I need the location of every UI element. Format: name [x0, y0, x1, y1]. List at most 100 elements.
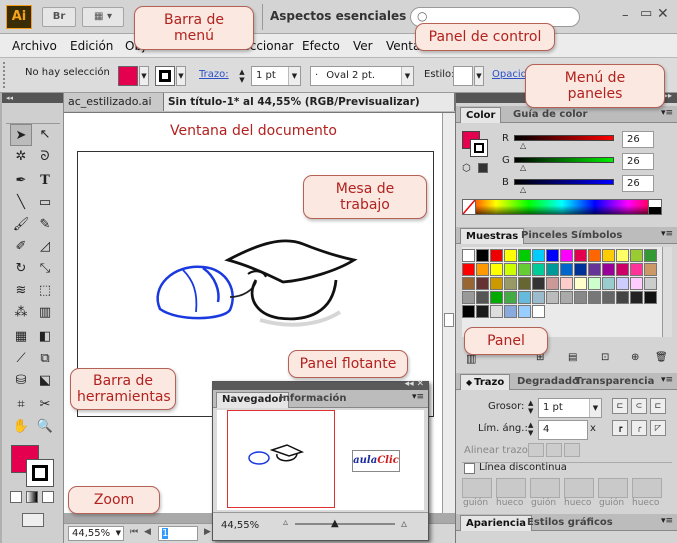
align-outside-icon[interactable]	[564, 443, 580, 457]
swatch-cell[interactable]	[630, 249, 643, 262]
round-join-icon[interactable]: ╭	[631, 420, 647, 436]
rotate-tool-icon[interactable]: ↻	[10, 258, 32, 280]
b-slider-thumb[interactable]: △	[520, 185, 526, 194]
lasso-tool-icon[interactable]: ᘐ	[34, 146, 56, 168]
stroke-dropdown[interactable]: ▼	[176, 66, 186, 86]
first-page-icon[interactable]: ⏮	[130, 527, 138, 537]
swatch-cell[interactable]	[602, 277, 615, 290]
swatch-cell[interactable]	[476, 277, 489, 290]
selection-tool-icon[interactable]: ➤	[10, 124, 32, 146]
panel-menu-icon[interactable]: ▾≡	[661, 516, 673, 526]
dash-field-1[interactable]	[462, 478, 492, 498]
swatch-cell[interactable]	[602, 263, 615, 276]
expand-icon[interactable]: ▸▸	[664, 91, 672, 100]
g-slider-thumb[interactable]: △	[520, 163, 526, 172]
none-mode-icon[interactable]	[42, 491, 54, 503]
zoom-slider-thumb[interactable]: ▲	[331, 518, 339, 529]
b-slider[interactable]	[514, 179, 614, 185]
swatch-cell[interactable]	[532, 277, 545, 290]
dashed-checkbox[interactable]	[464, 463, 475, 474]
align-inside-icon[interactable]	[546, 443, 562, 457]
magic-wand-tool-icon[interactable]: ✲	[10, 146, 32, 168]
swatch-cell[interactable]	[518, 291, 531, 304]
swatch-cell[interactable]	[588, 291, 601, 304]
swatch-cell[interactable]	[518, 305, 531, 318]
color-spectrum[interactable]	[462, 199, 662, 215]
swatch-cell[interactable]	[532, 305, 545, 318]
zoom-tool-icon[interactable]: 🔍	[34, 416, 56, 438]
swatch-cell[interactable]	[616, 277, 629, 290]
zoom-out-icon[interactable]: ▵	[283, 517, 288, 528]
tab-color[interactable]: Color	[460, 107, 502, 123]
swatch-cell[interactable]	[504, 263, 517, 276]
rectangle-tool-icon[interactable]: ▭	[34, 192, 56, 214]
swatch-cell[interactable]	[644, 263, 657, 276]
gap-field-1[interactable]	[496, 478, 526, 498]
tab-trazo[interactable]: ◆ Trazo	[460, 374, 511, 390]
swatch-cell[interactable]	[504, 291, 517, 304]
bridge-button[interactable]: Br	[42, 7, 76, 27]
color-mode-icon[interactable]	[10, 491, 22, 503]
navigator-preview[interactable]: aulaClic	[217, 410, 424, 510]
free-transform-tool-icon[interactable]: ⬚	[34, 280, 56, 302]
swatch-cell[interactable]	[616, 263, 629, 276]
swatch-cell[interactable]	[476, 305, 489, 318]
warp-tool-icon[interactable]: ≋	[10, 280, 32, 302]
swatch-cell[interactable]	[560, 277, 573, 290]
panel-titlebar[interactable]: ◂◂ ✕	[213, 379, 428, 390]
screen-mode-icon[interactable]	[22, 513, 44, 527]
swatch-cell[interactable]	[644, 277, 657, 290]
swatch-cell[interactable]	[560, 291, 573, 304]
swatch-cell[interactable]	[546, 249, 559, 262]
swatch-cell[interactable]	[462, 277, 475, 290]
swatch-cell[interactable]	[504, 277, 517, 290]
tab-guia-color[interactable]: Guía de color	[508, 107, 592, 123]
paintbrush-tool-icon[interactable]: 🖌	[10, 214, 32, 236]
type-tool-icon[interactable]: T	[34, 170, 56, 192]
r-value-field[interactable]: 26	[622, 131, 654, 148]
swatch-cell[interactable]	[574, 263, 587, 276]
weight-field[interactable]: 1 pt ▼	[538, 398, 602, 418]
menu-ver[interactable]: Ver	[353, 39, 373, 53]
fill-swatch[interactable]	[118, 66, 138, 86]
page-field[interactable]: 1	[158, 526, 198, 541]
align-center-icon[interactable]	[528, 443, 544, 457]
hand-tool-icon[interactable]: ✋	[10, 416, 32, 438]
live-paint-selection-tool-icon[interactable]: ⬕	[34, 370, 56, 392]
swatch-cell[interactable]	[490, 249, 503, 262]
zoom-slider[interactable]	[295, 523, 395, 525]
menu-archivo[interactable]: Archivo	[12, 39, 57, 53]
miter-field[interactable]: 4	[538, 420, 588, 440]
stroke-color-swatch[interactable]	[26, 459, 54, 487]
tab-transparencia[interactable]: Transparencia	[570, 374, 659, 390]
swatch-cell[interactable]	[616, 249, 629, 262]
scroll-thumb[interactable]	[444, 313, 454, 327]
none-swatch[interactable]	[462, 199, 476, 215]
dash-field-2[interactable]	[530, 478, 560, 498]
swatch-cell[interactable]	[588, 249, 601, 262]
slice-tool-icon[interactable]: ✂	[34, 394, 56, 416]
tab-estilos-graficos[interactable]: Estilos gráficos	[522, 515, 618, 531]
collapse-icon[interactable]: ◂◂ ✕	[405, 379, 424, 389]
swatch-cell[interactable]	[518, 277, 531, 290]
new-group-icon[interactable]: ⊡	[601, 352, 609, 363]
arrange-documents-button[interactable]: ▦ ▾	[82, 7, 124, 27]
round-cap-icon[interactable]: ⊂	[631, 398, 647, 414]
collapse-icon[interactable]: ◂◂	[6, 94, 13, 102]
swatch-cell[interactable]	[532, 291, 545, 304]
swatch-cell[interactable]	[504, 305, 517, 318]
g-slider[interactable]	[514, 157, 614, 163]
bevel-join-icon[interactable]: ◸	[650, 420, 666, 436]
fill-dropdown[interactable]: ▼	[139, 66, 149, 86]
swatch-cell[interactable]	[490, 277, 503, 290]
miter-stepper[interactable]: ▲ ▼	[528, 421, 533, 437]
new-swatch-icon[interactable]: ⊕	[631, 352, 639, 363]
swatch-cell[interactable]	[490, 263, 503, 276]
line-tool-icon[interactable]: ╲	[10, 192, 32, 214]
gradient-mode-icon[interactable]	[26, 491, 38, 503]
swatch-cell[interactable]	[546, 277, 559, 290]
butt-cap-icon[interactable]: ⊏	[612, 398, 628, 414]
swatch-cell[interactable]	[630, 277, 643, 290]
swatch-cell[interactable]	[462, 249, 475, 262]
maximize-icon[interactable]: ▭	[640, 6, 652, 21]
